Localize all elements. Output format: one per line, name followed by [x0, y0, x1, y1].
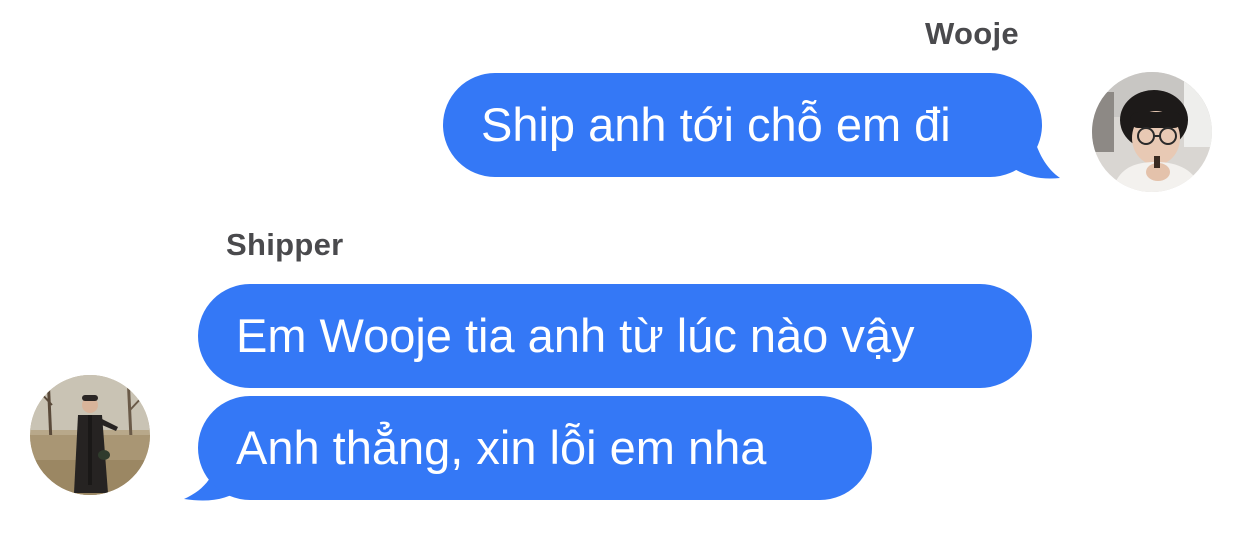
sender-name-wooje: Wooje	[925, 16, 1019, 51]
avatar-shipper-image	[30, 375, 150, 495]
avatar-shipper[interactable]	[30, 375, 150, 495]
message-bubble-outgoing[interactable]: Ship anh tới chỗ em đi	[443, 73, 1042, 177]
chat-thread: Wooje Ship anh tới chỗ em đi Shipper Em …	[0, 0, 1241, 542]
message-bubble-incoming-1[interactable]: Em Wooje tia anh từ lúc nào vậy	[198, 284, 1032, 388]
message-bubble-incoming-2[interactable]: Anh thẳng, xin lỗi em nha	[198, 396, 872, 500]
avatar-wooje[interactable]	[1092, 72, 1212, 192]
sender-name-shipper: Shipper	[226, 227, 344, 262]
avatar-wooje-image	[1092, 72, 1212, 192]
